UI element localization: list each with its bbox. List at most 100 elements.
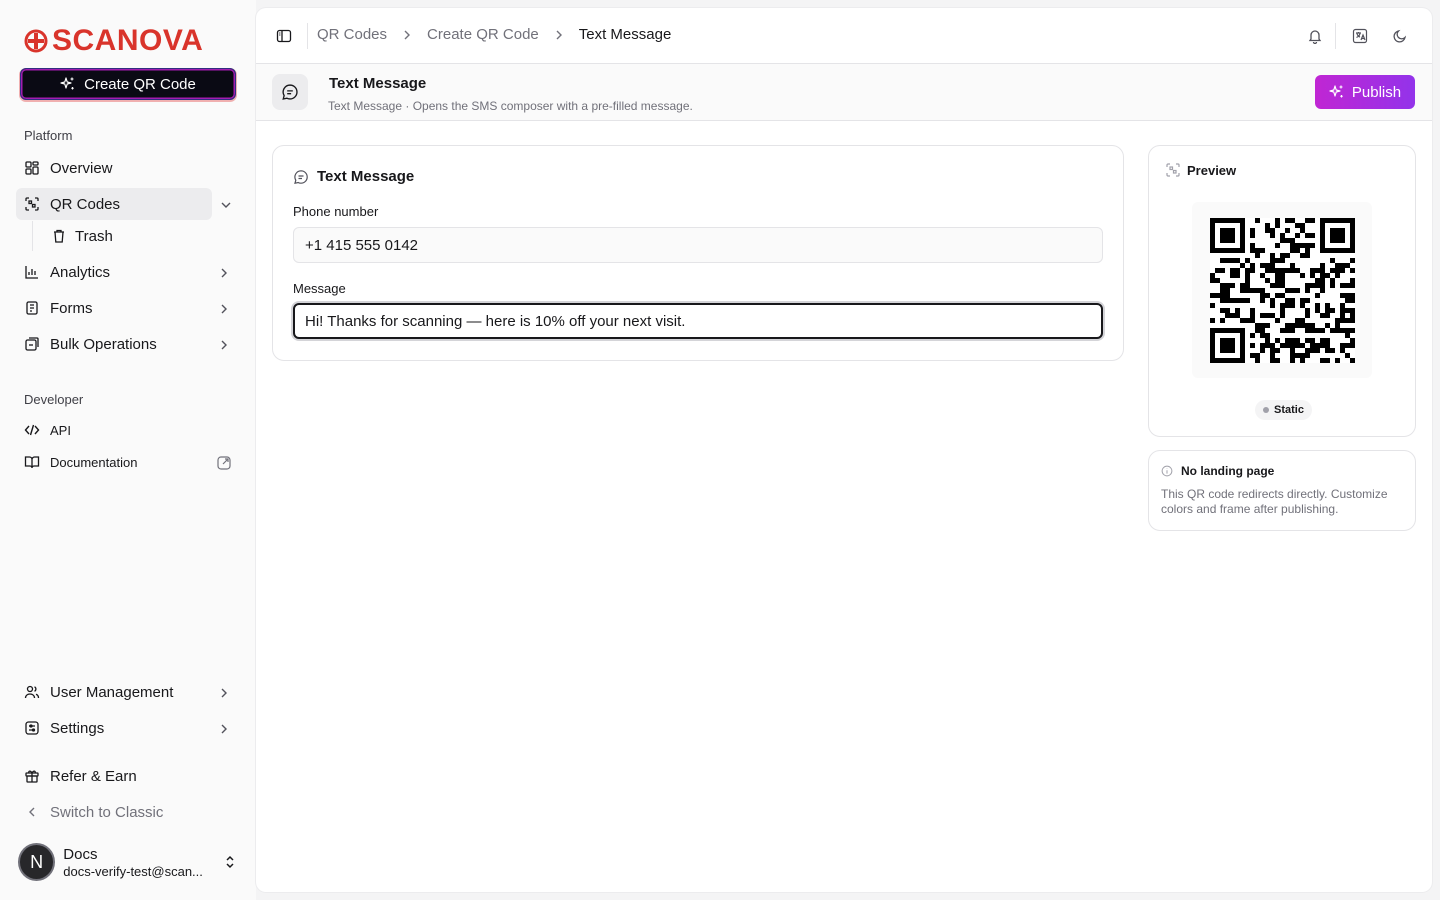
create-qr-code-label: Create QR Code [84, 75, 196, 93]
sidebar-item-overview[interactable]: Overview [16, 152, 240, 184]
phone-number-label: Phone number [293, 204, 379, 219]
info-title-text: No landing page [1181, 464, 1275, 478]
page-header: Text Message Text Message · Opens the SM… [256, 64, 1432, 121]
form-icon [24, 300, 40, 316]
sidebar-item-user-management[interactable]: User Management [16, 676, 240, 708]
trash-icon [51, 228, 67, 244]
developer-section-label: Developer [24, 392, 84, 407]
sidebar-item-label: Overview [50, 159, 113, 177]
bell-icon[interactable] [1307, 28, 1323, 44]
settings-icon [24, 720, 40, 736]
platform-section-label: Platform [24, 128, 73, 143]
chevron-right-icon[interactable] [216, 337, 232, 353]
sidebar-item-label: Trash [75, 227, 113, 245]
sidebar-item-refer-earn[interactable]: Refer & Earn [16, 760, 240, 792]
form-card-title-text: Text Message [317, 168, 415, 185]
logo-mark-icon [24, 29, 48, 53]
sidebar-item-label: Refer & Earn [50, 767, 137, 785]
qr-code-image [1209, 217, 1355, 363]
sidebar-item-label: API [50, 422, 71, 438]
no-landing-page-card: No landing page This QR code redirects d… [1148, 450, 1416, 531]
sidebar-item-label: Analytics [50, 263, 111, 281]
chevron-right-icon[interactable] [216, 721, 232, 737]
sidebar-item-api[interactable]: API [16, 414, 240, 446]
chevron-down-icon[interactable] [218, 197, 234, 213]
breadcrumb: QR Codes Create QR Code Text Message [317, 26, 671, 43]
message-circle-icon [293, 169, 309, 185]
status-dot [1263, 407, 1269, 413]
text-message-form-card: Text Message Phone number +1 415 555 014… [272, 145, 1124, 361]
page-subtitle: Text Message · Opens the SMS composer wi… [328, 99, 693, 113]
chart-icon [24, 264, 40, 280]
sparkles-icon [1329, 84, 1345, 100]
chevron-right-icon[interactable] [216, 685, 232, 701]
chevrons-up-down-icon[interactable] [222, 854, 238, 870]
sidebar-item-label: Settings [50, 719, 105, 737]
sidebar-item-switch-classic[interactable]: Switch to Classic [16, 796, 240, 828]
status-badge-label: Static [1274, 404, 1304, 416]
qr-scan-icon [24, 196, 40, 212]
preview-title-text: Preview [1187, 162, 1237, 178]
avatar: N [18, 843, 56, 881]
chevron-right-icon[interactable] [216, 301, 232, 317]
grid-icon [24, 160, 40, 176]
sidebar-item-qr-codes[interactable]: QR Codes [16, 188, 231, 220]
message-type-icon [272, 74, 308, 110]
info-title: No landing page [1161, 464, 1274, 478]
info-icon [1161, 465, 1173, 477]
sidebar-toggle-icon[interactable] [276, 28, 292, 44]
chevron-right-icon [551, 27, 567, 43]
chevron-left-icon [24, 804, 40, 820]
language-icon[interactable] [1352, 28, 1368, 44]
sidebar: SCANOVA Create QR Code Platform Overview… [0, 0, 256, 900]
user-menu[interactable]: N Docs docs-verify-test@scan... [18, 840, 238, 884]
preview-title: Preview [1165, 162, 1236, 178]
publish-label: Publish [1351, 83, 1402, 101]
gift-icon [24, 768, 40, 784]
create-qr-code-button[interactable]: Create QR Code [20, 68, 236, 100]
sidebar-item-forms[interactable]: Forms [16, 292, 240, 324]
message-label: Message [293, 281, 346, 296]
publish-button[interactable]: Publish [1315, 75, 1415, 109]
brand-name: SCANOVA [52, 24, 204, 57]
qr-code-preview [1192, 202, 1372, 378]
divider [1335, 23, 1336, 49]
brand-logo[interactable]: SCANOVA [24, 26, 203, 56]
main-panel: QR Codes Create QR Code Text Message Tex… [256, 8, 1432, 892]
external-link-icon[interactable] [216, 455, 232, 471]
user-email: docs-verify-test@scan... [63, 863, 203, 879]
moon-icon[interactable] [1392, 28, 1408, 44]
users-icon [24, 684, 40, 700]
sidebar-item-label: User Management [50, 683, 174, 701]
phone-number-input[interactable]: +1 415 555 0142 [293, 227, 1103, 263]
sidebar-item-settings[interactable]: Settings [16, 712, 240, 744]
layers-icon [24, 336, 40, 352]
breadcrumb-text-message: Text Message [578, 26, 672, 43]
top-bar: QR Codes Create QR Code Text Message [256, 8, 1432, 64]
book-icon [24, 454, 40, 470]
form-card-title: Text Message [293, 168, 414, 185]
sidebar-item-trash[interactable]: Trash [32, 221, 232, 251]
sidebar-item-bulk-operations[interactable]: Bulk Operations [16, 328, 240, 360]
sparkles-icon [60, 76, 76, 92]
breadcrumb-qr-codes[interactable]: QR Codes [317, 26, 387, 43]
divider [307, 23, 308, 49]
chevron-right-icon [399, 27, 415, 43]
status-badge: Static [1255, 400, 1312, 420]
sidebar-item-label: Switch to Classic [50, 803, 164, 821]
code-icon [24, 422, 40, 438]
sidebar-item-label: Documentation [50, 454, 138, 470]
sidebar-item-analytics[interactable]: Analytics [16, 256, 240, 288]
sidebar-item-documentation[interactable]: Documentation [16, 446, 240, 478]
preview-card: Preview Static [1148, 145, 1416, 437]
sidebar-item-label: QR Codes [50, 195, 121, 213]
sidebar-item-label: Forms [50, 299, 93, 317]
message-input[interactable]: Hi! Thanks for scanning — here is 10% of… [293, 303, 1103, 339]
sidebar-item-label: Bulk Operations [50, 335, 157, 353]
page-title: Text Message [329, 75, 427, 92]
breadcrumb-create-qr-code[interactable]: Create QR Code [427, 26, 539, 43]
qr-scan-icon [1165, 162, 1181, 178]
chevron-right-icon[interactable] [216, 265, 232, 281]
info-text: This QR code redirects directly. Customi… [1161, 487, 1388, 516]
user-name: Docs [63, 845, 98, 863]
